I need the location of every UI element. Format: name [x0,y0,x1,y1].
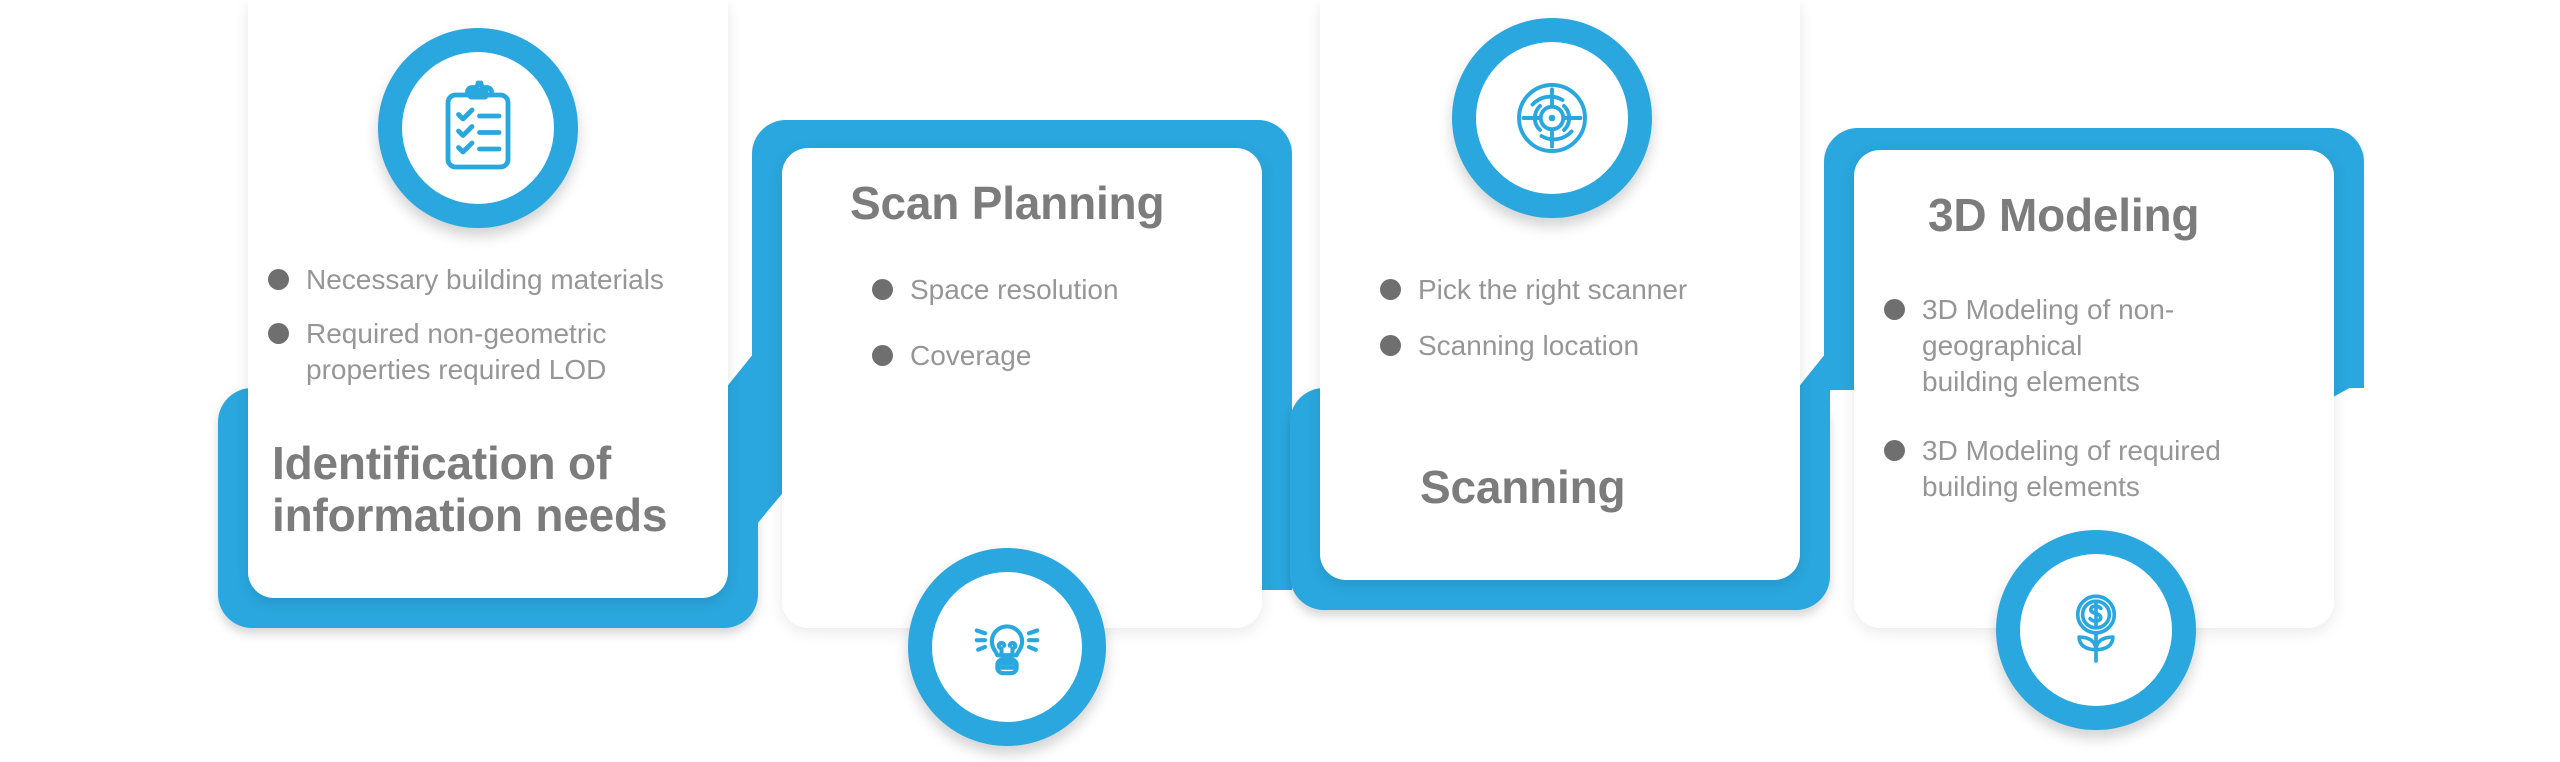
bullet-dot-icon [1380,334,1401,356]
step-1-title: Identification of information needs [272,437,668,541]
list-item: 3D Modeling of non-geographical building… [1884,292,2334,399]
money-plant-growth-icon [2075,594,2117,663]
target-scanner-icon [1517,83,1587,153]
step-4-bullet-2: 3D Modeling of required building element… [1922,435,2221,503]
bullet-dot-icon [872,344,893,366]
step-2-bullets: Space resolution Coverage [872,272,1252,392]
step-2-bullet-2: Coverage [910,339,1032,371]
bullet-dot-icon [1884,440,1905,462]
step-3-bullet-1: Pick the right scanner [1418,274,1688,305]
step-4-icon-badge [1996,530,2196,730]
bullet-dot-icon [1380,279,1401,300]
list-item: Required non-geometric properties requir… [268,316,698,388]
bullet-dot-icon [268,269,289,290]
step-1-bullets: Necessary building materials Required no… [268,262,698,405]
step-3-icon-badge [1452,18,1652,218]
bullet-dot-icon [268,322,289,344]
step-1-bullet-1: Necessary building materials [306,264,664,295]
bullet-dot-icon [1884,299,1905,320]
bullet-dot-icon [872,279,893,300]
clipboard-checklist-icon [445,80,511,170]
list-item: Coverage [872,338,1252,374]
step-2-title: Scan Planning [850,177,1165,229]
step-3-bullet-2: Scanning location [1418,329,1640,361]
step-2-bullet-1: Space resolution [910,274,1119,305]
lightbulb-icon [974,624,1040,676]
list-item: Necessary building materials [268,262,698,298]
list-item: 3D Modeling of required building element… [1884,433,2334,505]
step-3-title: Scanning [1420,461,1626,513]
step-4-title: 3D Modeling [1928,189,2200,241]
step-3-bullets: Pick the right scanner Scanning location [1380,272,1800,382]
step-2-icon-badge [908,548,1106,746]
step-1-bullet-2: Required non-geometric properties requir… [306,317,607,385]
step-4-bullet-1: 3D Modeling of non-geographical building… [1922,294,2175,397]
list-item: Scanning location [1380,328,1800,364]
step-1-icon-badge [378,28,578,228]
step-4-bullets: 3D Modeling of non-geographical building… [1884,292,2334,523]
list-item: Pick the right scanner [1380,272,1800,308]
process-flow-diagram: Necessary building materials Required no… [0,0,2560,762]
list-item: Space resolution [872,272,1252,308]
